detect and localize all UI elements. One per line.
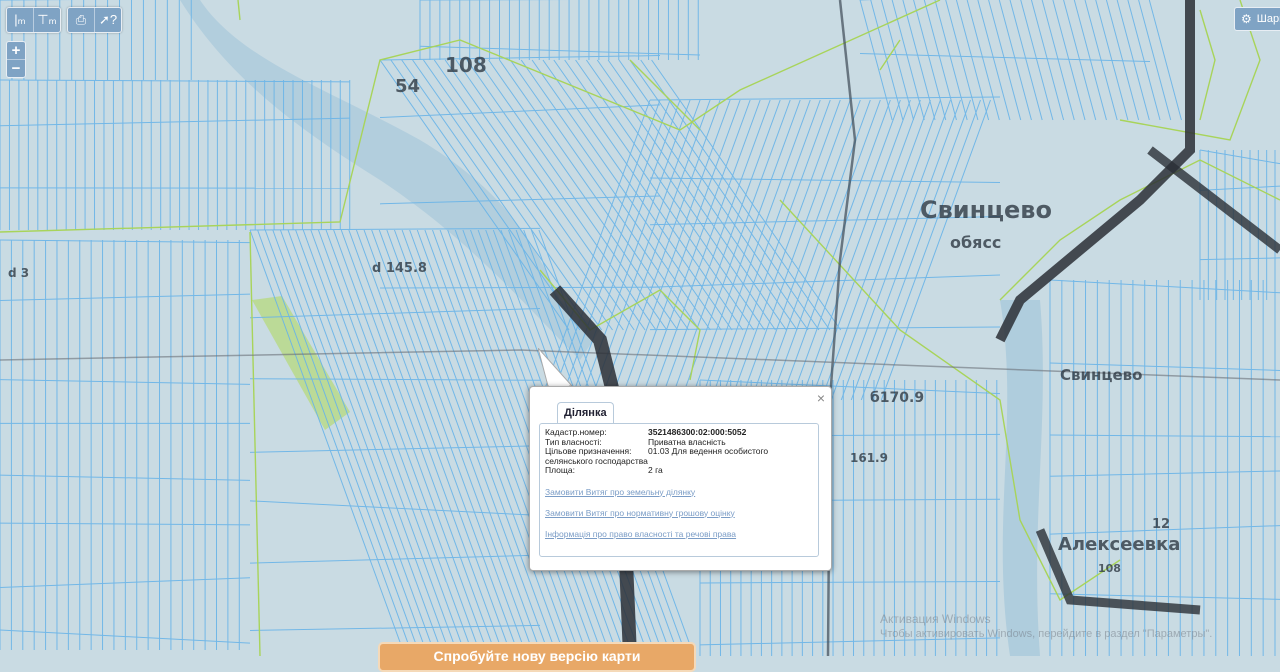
parcel-details: Кадастр.номер: 3521486300:02:000:5052 Ти…	[539, 423, 819, 557]
share-label: Шари	[1257, 13, 1280, 25]
printer-icon[interactable]: ⎙	[68, 8, 95, 32]
new-version-banner[interactable]: Спробуйте нову версію карти	[378, 642, 696, 672]
map-place-label: б170.9	[870, 390, 924, 406]
map-place-label: 161.9	[850, 451, 888, 465]
measure-toolbar: |ₘ ⊤ₘ	[6, 7, 61, 33]
parcel-popup: × Ділянка Кадастр.номер: 3521486300:02:0…	[529, 386, 832, 571]
watermark-line-2: Чтобы активировать Windows, перейдите в …	[880, 627, 1212, 642]
windows-activation-watermark: Активация Windows Чтобы активировать Win…	[880, 612, 1212, 642]
map-place-label: обясс	[950, 233, 1001, 252]
map-place-label: 12	[1152, 517, 1170, 532]
map-place-label: 108	[445, 53, 487, 77]
order-valuation-extract-link[interactable]: Замовити Витяг про нормативну грошову оц…	[545, 508, 813, 518]
field-area: Площа: 2 га	[545, 466, 813, 476]
map-place-label: d 145.8	[372, 261, 427, 276]
share-button[interactable]: ⚙ Шари	[1234, 7, 1280, 31]
banner-label: Спробуйте нову версію карти	[434, 648, 641, 664]
zoom-out-button[interactable]: −	[7, 60, 25, 77]
stream	[1000, 300, 1043, 656]
popup-tail	[538, 348, 578, 390]
gear-icon: ⚙	[1241, 12, 1252, 26]
map-place-label: Свинцево	[920, 196, 1052, 224]
map-place-label: 54	[395, 76, 420, 97]
order-parcel-extract-link[interactable]: Замовити Витяг про земельну ділянку	[545, 487, 813, 497]
tab-parcel[interactable]: Ділянка	[557, 402, 614, 423]
ownership-rights-info-link[interactable]: Інформація про право власності та речові…	[545, 529, 813, 539]
tools-toolbar: ⎙ ➚?	[67, 7, 122, 33]
map-place-label: Свинцево	[1060, 366, 1142, 384]
map-place-label: d 3	[8, 266, 29, 280]
map-place-label: 108	[1098, 562, 1121, 575]
info-cursor-icon[interactable]: ➚?	[95, 8, 121, 32]
field-key: Площа:	[545, 466, 648, 476]
map-place-label: Алексеевка	[1058, 534, 1180, 555]
zoom-in-button[interactable]: +	[7, 42, 25, 60]
field-value: 2 га	[648, 466, 813, 476]
ruler-icon[interactable]: |ₘ	[7, 8, 34, 32]
field-purpose: Цільове призначення:01.03 Для ведення ос…	[545, 447, 813, 466]
zoom-control: + −	[6, 41, 26, 78]
area-measure-icon[interactable]: ⊤ₘ	[34, 8, 60, 32]
watermark-line-1: Активация Windows	[880, 612, 1212, 627]
close-icon[interactable]: ×	[817, 390, 825, 406]
